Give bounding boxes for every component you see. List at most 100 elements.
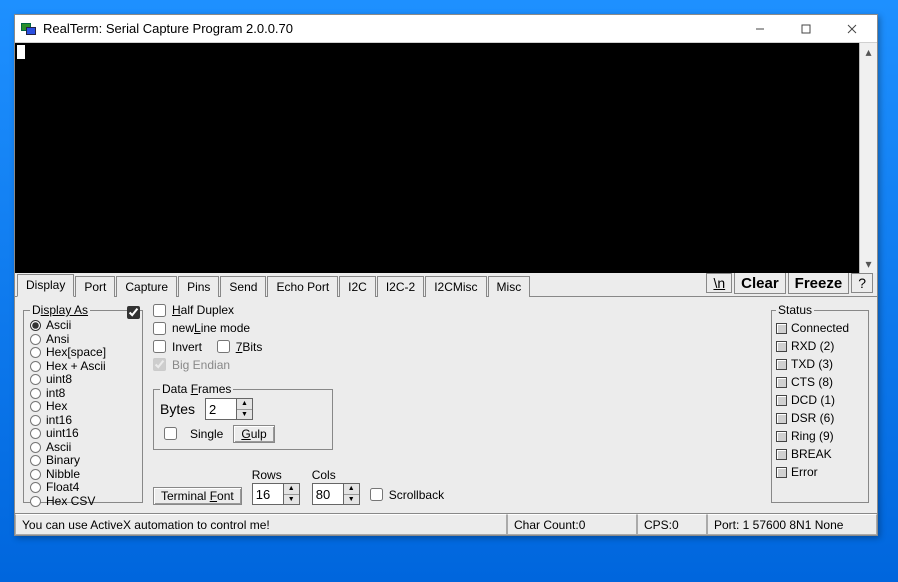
display-as-radio-label: Nibble [46, 468, 80, 482]
status-led-icon [776, 395, 787, 406]
status-item-ring-9-: Ring (9) [776, 429, 864, 443]
tab-send[interactable]: Send [220, 276, 266, 297]
display-as-radio-label: Binary [46, 454, 80, 468]
display-as-radio-input[interactable] [30, 320, 41, 331]
bytes-down-icon[interactable]: ▼ [237, 410, 252, 420]
display-as-radio-uint16[interactable]: uint16 [30, 427, 136, 441]
display-as-radio-input[interactable] [30, 482, 41, 493]
tab-i2cmisc[interactable]: I2CMisc [425, 276, 486, 297]
status-led-icon [776, 431, 787, 442]
clear-button[interactable]: Clear [734, 272, 786, 294]
rows-input[interactable] [253, 484, 283, 504]
display-as-radio-hex-space-[interactable]: Hex[space] [30, 346, 136, 360]
bytes-spinner[interactable]: ▲▼ [205, 398, 253, 420]
display-as-radio-hex-ascii[interactable]: Hex + Ascii [30, 360, 136, 374]
data-frames-group: Data Frames Bytes ▲▼ Single Gulp [153, 382, 333, 450]
display-as-radio-label: Hex CSV [46, 495, 95, 509]
close-button[interactable] [829, 18, 875, 40]
display-as-radio-uint8[interactable]: uint8 [30, 373, 136, 387]
display-as-radio-input[interactable] [30, 374, 41, 385]
bytes-up-icon[interactable]: ▲ [237, 399, 252, 410]
newline-button[interactable]: \n [706, 273, 732, 293]
maximize-button[interactable] [783, 18, 829, 40]
tab-i2c2[interactable]: I2C-2 [377, 276, 424, 297]
display-as-radio-input[interactable] [30, 361, 41, 372]
display-panel: Display As AsciiAnsiHex[space]Hex + Asci… [15, 297, 877, 513]
terminal-output[interactable] [15, 43, 859, 273]
single-checkbox[interactable] [164, 427, 177, 440]
status-item-dcd-1-: DCD (1) [776, 393, 864, 407]
display-as-radio-hex[interactable]: Hex [30, 400, 136, 414]
display-as-radio-input[interactable] [30, 415, 41, 426]
tab-port[interactable]: Port [75, 276, 115, 297]
display-as-radio-input[interactable] [30, 442, 41, 453]
display-as-group: Display As AsciiAnsiHex[space]Hex + Asci… [23, 303, 143, 503]
display-as-radio-label: Hex [46, 400, 67, 414]
cols-spinner[interactable]: ▲▼ [312, 483, 360, 505]
scrollback-checkbox[interactable] [370, 488, 383, 501]
status-led-icon [776, 413, 787, 424]
gulp-button[interactable]: Gulp [233, 425, 274, 443]
display-as-radio-input[interactable] [30, 496, 41, 507]
display-as-radio-int8[interactable]: int8 [30, 387, 136, 401]
status-led-icon [776, 377, 787, 388]
display-as-radio-int16[interactable]: int16 [30, 414, 136, 428]
terminal-font-button[interactable]: Terminal Font [153, 487, 242, 505]
cols-up-icon[interactable]: ▲ [344, 484, 359, 495]
minimize-button[interactable] [737, 18, 783, 40]
display-as-radio-hex-csv[interactable]: Hex CSV [30, 495, 136, 509]
tab-display[interactable]: Display [17, 274, 74, 297]
status-port: Port: 1 57600 8N1 None [707, 514, 877, 535]
status-cps: CPS:0 [637, 514, 707, 535]
tab-echo-port[interactable]: Echo Port [267, 276, 338, 297]
cols-input[interactable] [313, 484, 343, 504]
display-as-radio-ansi[interactable]: Ansi [30, 333, 136, 347]
status-item-connected: Connected [776, 321, 864, 335]
display-as-radio-label: Float4 [46, 481, 79, 495]
display-as-radio-input[interactable] [30, 469, 41, 480]
status-item-txd-3-: TXD (3) [776, 357, 864, 371]
display-as-radio-binary[interactable]: Binary [30, 454, 136, 468]
status-item-label: DCD (1) [791, 393, 835, 407]
display-as-radio-input[interactable] [30, 388, 41, 399]
display-as-radio-label: uint16 [46, 427, 79, 441]
tab-i2c[interactable]: I2C [339, 276, 376, 297]
display-as-toggle-checkbox[interactable] [127, 306, 140, 319]
display-as-radio-ascii[interactable]: Ascii [30, 319, 136, 333]
seven-bits-checkbox[interactable] [217, 340, 230, 353]
invert-checkbox[interactable] [153, 340, 166, 353]
display-as-radio-ascii[interactable]: Ascii [30, 441, 136, 455]
cols-label: Cols [312, 468, 360, 482]
display-as-radio-nibble[interactable]: Nibble [30, 468, 136, 482]
scroll-up-icon[interactable]: ▴ [860, 43, 877, 61]
rows-down-icon[interactable]: ▼ [284, 495, 299, 505]
titlebar[interactable]: RealTerm: Serial Capture Program 2.0.0.7… [15, 15, 877, 43]
freeze-button[interactable]: Freeze [788, 272, 850, 294]
tab-misc[interactable]: Misc [488, 276, 531, 297]
scroll-down-icon[interactable]: ▾ [860, 255, 877, 273]
display-as-radio-input[interactable] [30, 455, 41, 466]
cols-down-icon[interactable]: ▼ [344, 495, 359, 505]
display-as-radio-input[interactable] [30, 347, 41, 358]
display-as-radio-input[interactable] [30, 334, 41, 345]
status-led-icon [776, 323, 787, 334]
display-as-radio-input[interactable] [30, 428, 41, 439]
display-as-radio-input[interactable] [30, 401, 41, 412]
display-as-radio-list: AsciiAnsiHex[space]Hex + Asciiuint8int8H… [30, 319, 136, 508]
rows-up-icon[interactable]: ▲ [284, 484, 299, 495]
help-button[interactable]: ? [851, 273, 873, 293]
tab-pins[interactable]: Pins [178, 276, 219, 297]
rows-spinner[interactable]: ▲▼ [252, 483, 300, 505]
status-item-label: Error [791, 465, 818, 479]
terminal-scrollbar[interactable]: ▴ ▾ [859, 43, 877, 273]
status-item-cts-8-: CTS (8) [776, 375, 864, 389]
bytes-input[interactable] [206, 399, 236, 419]
newline-mode-checkbox[interactable] [153, 322, 166, 335]
status-item-label: Connected [791, 321, 849, 335]
scrollback-label: Scrollback [389, 488, 444, 502]
tab-capture[interactable]: Capture [116, 276, 177, 297]
display-as-legend: Display As [30, 303, 90, 317]
display-as-radio-float4[interactable]: Float4 [30, 481, 136, 495]
half-duplex-checkbox[interactable] [153, 304, 166, 317]
status-item-error: Error [776, 465, 864, 479]
